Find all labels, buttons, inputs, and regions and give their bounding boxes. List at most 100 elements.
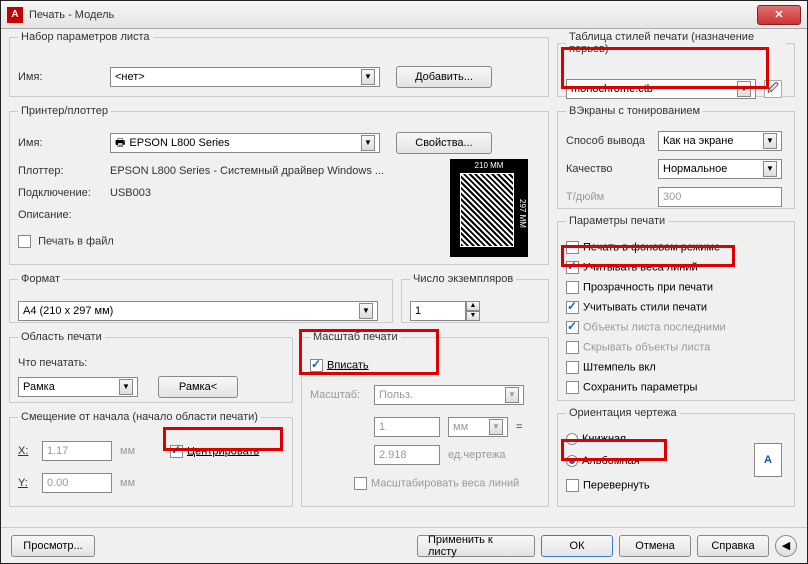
stamp-label: Штемпель вкл <box>583 361 656 373</box>
printer-name-combo[interactable]: 🖶EPSON L800 Series▼ <box>110 133 380 153</box>
portrait-radio[interactable] <box>566 433 578 445</box>
upside-down-label: Перевернуть <box>583 479 650 491</box>
viewports-group: ВЭкраны с тонированием Способ вывода Как… <box>557 105 795 209</box>
offset-group: Смещение от начала (начало области печат… <box>9 411 293 507</box>
app-icon: A <box>7 7 23 23</box>
landscape-radio[interactable] <box>566 455 578 467</box>
printer-legend: Принтер/плоттер <box>18 105 111 117</box>
offset-x-unit: мм <box>120 445 135 457</box>
preview-height-label: 297 MM <box>518 199 527 228</box>
center-label: Центрировать <box>187 445 259 457</box>
save-params-checkbox[interactable] <box>566 381 579 394</box>
paperspace-last-checkbox <box>566 321 579 334</box>
plot-scale-legend: Масштаб печати <box>310 331 401 343</box>
page-setup-name-combo[interactable]: <нет> ▼ <box>110 67 380 87</box>
plot-to-file-label: Печать в файл <box>38 235 114 247</box>
fit-to-paper-checkbox[interactable] <box>310 359 323 372</box>
chevron-down-icon: ▼ <box>361 135 375 151</box>
offset-y-unit: мм <box>120 477 135 489</box>
close-button[interactable]: ✕ <box>757 5 801 25</box>
orientation-group: Ориентация чертежа Книжная Альбомная Пер… <box>557 407 795 507</box>
add-page-setup-button[interactable]: Добавить... <box>396 66 492 88</box>
preview-width-label: 210 MM <box>450 161 528 170</box>
transparency-label: Прозрачность при печати <box>583 281 713 293</box>
shade-output-combo[interactable]: Как на экране▼ <box>658 131 782 151</box>
paper-format-group: Формат A4 (210 x 297 мм)▼ <box>9 273 393 323</box>
chevron-down-icon: ▼ <box>489 419 503 435</box>
viewports-legend: ВЭкраны с тонированием <box>566 105 703 117</box>
plot-to-file-checkbox[interactable] <box>18 235 31 248</box>
orientation-icon: A <box>754 443 782 477</box>
scale-lw-label: Масштабировать веса линий <box>371 477 519 489</box>
upside-down-checkbox[interactable] <box>566 479 579 492</box>
stamp-checkbox[interactable] <box>566 361 579 374</box>
apply-to-layout-button[interactable]: Применить к листу <box>417 535 535 557</box>
offset-y-field: 0.00 <box>42 473 112 493</box>
scale-combo: Польз.▼ <box>374 385 524 405</box>
dpi-label: Т/дюйм <box>566 191 604 203</box>
plot-style-legend: Таблица стилей печати (назначение перьев… <box>566 31 786 55</box>
printer-properties-button[interactable]: Свойства... <box>396 132 492 154</box>
scale-den-unit-label: ед.чертежа <box>448 449 505 461</box>
port-value: USB003 <box>110 187 151 199</box>
chevron-down-icon: ▼ <box>763 133 777 149</box>
print-dialog: A Печать - Модель ✕ Набор параметров лис… <box>0 0 808 564</box>
plotter-value: EPSON L800 Series - Системный драйвер Wi… <box>110 165 384 177</box>
dpi-field: 300 <box>658 187 782 207</box>
lineweights-label: Учитывать веса линий <box>583 261 698 273</box>
preview-button[interactable]: Просмотр... <box>11 535 95 557</box>
page-setup-name-label: Имя: <box>18 71 42 83</box>
bg-checkbox[interactable] <box>566 241 579 254</box>
landscape-label: Альбомная <box>582 455 640 467</box>
scale-num-field: 1 <box>374 417 440 437</box>
hide-objects-checkbox <box>566 341 579 354</box>
chevron-down-icon: ▼ <box>737 81 751 97</box>
printer-group: Принтер/плоттер Имя: 🖶EPSON L800 Series▼… <box>9 105 549 265</box>
center-checkbox[interactable] <box>170 445 183 458</box>
bg-label: Печать в фоновом режиме <box>583 241 720 253</box>
paper-format-legend: Формат <box>18 273 63 285</box>
what-to-plot-combo[interactable]: Рамка▼ <box>18 377 138 397</box>
quality-combo[interactable]: Нормальное▼ <box>658 159 782 179</box>
titlebar[interactable]: A Печать - Модель ✕ <box>1 1 807 29</box>
plot-options-group: Параметры печати Печать в фоновом режиме… <box>557 215 795 401</box>
spin-down-icon[interactable]: ▼ <box>466 311 480 321</box>
chevron-down-icon: ▼ <box>361 69 375 85</box>
chevron-down-icon: ▼ <box>763 161 777 177</box>
window-pick-button[interactable]: Рамка< <box>158 376 238 398</box>
printer-name-label: Имя: <box>18 137 42 149</box>
scale-label: Масштаб: <box>310 389 360 401</box>
scale-equals-label: = <box>516 421 522 433</box>
help-button[interactable]: Справка <box>697 535 769 557</box>
plot-style-edit-button[interactable]: 🖉 <box>764 80 782 98</box>
page-setup-group: Набор параметров листа Имя: <нет> ▼ Добав… <box>9 31 549 97</box>
plot-scale-group: Масштаб печати Вписать Масштаб: Польз.▼ … <box>301 331 549 507</box>
plotter-label: Плоттер: <box>18 165 64 177</box>
copies-spinner[interactable]: 1 ▲▼ <box>410 301 480 321</box>
cancel-button[interactable]: Отмена <box>619 535 691 557</box>
chevron-down-icon: ▼ <box>359 303 373 319</box>
lineweights-checkbox[interactable] <box>566 261 579 274</box>
ok-button[interactable]: ОК <box>541 535 613 557</box>
paper-format-combo[interactable]: A4 (210 x 297 мм)▼ <box>18 301 378 321</box>
port-label: Подключение: <box>18 187 91 199</box>
paperspace-last-label: Объекты листа последними <box>583 321 726 333</box>
plot-styles-checkbox[interactable] <box>566 301 579 314</box>
scale-den-field: 2.918 <box>374 445 440 465</box>
plot-styles-label: Учитывать стили печати <box>583 301 707 313</box>
copies-group: Число экземпляров 1 ▲▼ <box>401 273 549 323</box>
plot-style-combo[interactable]: monochrome.ctb ▼ <box>566 79 756 99</box>
offset-y-label: Y: <box>18 477 28 489</box>
page-setup-name-value: <нет> <box>115 71 145 83</box>
chevron-down-icon: ▼ <box>119 379 133 395</box>
plot-style-group: Таблица стилей печати (назначение перьев… <box>557 31 795 97</box>
expand-button[interactable]: ◀ <box>775 535 797 557</box>
transparency-checkbox[interactable] <box>566 281 579 294</box>
spin-up-icon[interactable]: ▲ <box>466 301 480 311</box>
dialog-content: Набор параметров листа Имя: <нет> ▼ Добав… <box>1 29 807 563</box>
chevron-left-icon: ◀ <box>782 539 790 552</box>
scale-lw-checkbox <box>354 477 367 490</box>
plot-style-value: monochrome.ctb <box>571 83 653 95</box>
plot-options-legend: Параметры печати <box>566 215 668 227</box>
page-setup-legend: Набор параметров листа <box>18 31 153 43</box>
